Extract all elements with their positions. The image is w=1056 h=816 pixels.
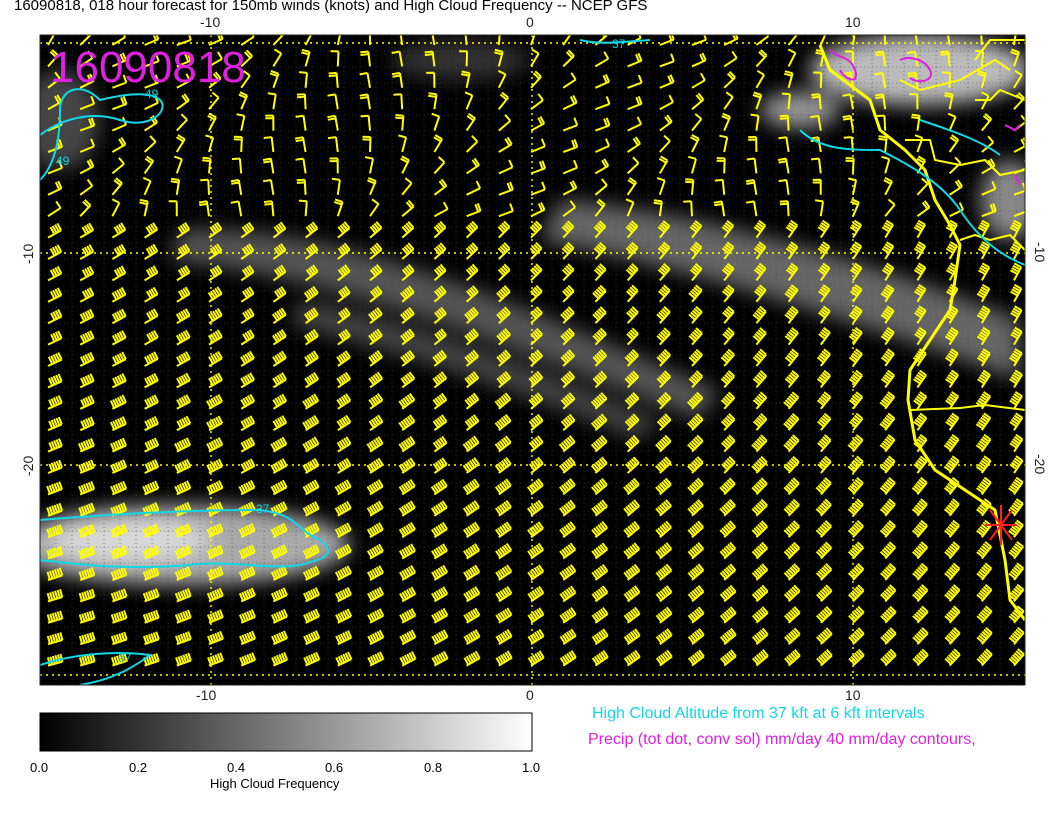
- colorbar-tick: 0.4: [227, 760, 246, 775]
- contour-label: 37: [612, 37, 626, 51]
- colorbar-tick: 0.8: [424, 760, 443, 775]
- date-stamp: 16090818: [50, 43, 246, 92]
- precip-legend: Precip (tot dot, conv sol) mm/day 40 mm/…: [588, 731, 976, 748]
- x-tick-label: 10: [845, 14, 861, 30]
- y-tick-label: -20: [20, 456, 36, 476]
- cloud-altitude-legend: High Cloud Altitude from 37 kft at 6 kft…: [592, 705, 925, 722]
- x-tick-label: -10: [200, 14, 220, 30]
- x-tick-label: 0: [526, 14, 534, 30]
- x-tick-label: 0: [526, 687, 534, 703]
- colorbar-tick: 0.2: [129, 760, 148, 775]
- colorbar-tick: 1.0: [522, 760, 541, 775]
- x-tick-label: 10: [845, 687, 861, 703]
- colorbar-title: High Cloud Frequency: [210, 776, 340, 791]
- colorbar-tick: 0.0: [30, 760, 49, 775]
- asterisk-marker-icon: [985, 505, 1017, 545]
- contour-label: 49: [56, 154, 70, 168]
- y-tick-label: -10: [1032, 242, 1048, 262]
- contour-label: 37: [118, 651, 132, 665]
- y-tick-label: -10: [20, 244, 36, 264]
- colorbar-tick: 0.6: [325, 760, 344, 775]
- contour-label: 37: [256, 502, 270, 516]
- y-tick-label: -20: [1032, 454, 1048, 474]
- colorbar: [39, 712, 533, 752]
- map-figure: 49 49 37 37 37 16090818 -10 0 10 -10 0 1…: [20, 14, 1048, 752]
- x-tick-label: -10: [196, 687, 216, 703]
